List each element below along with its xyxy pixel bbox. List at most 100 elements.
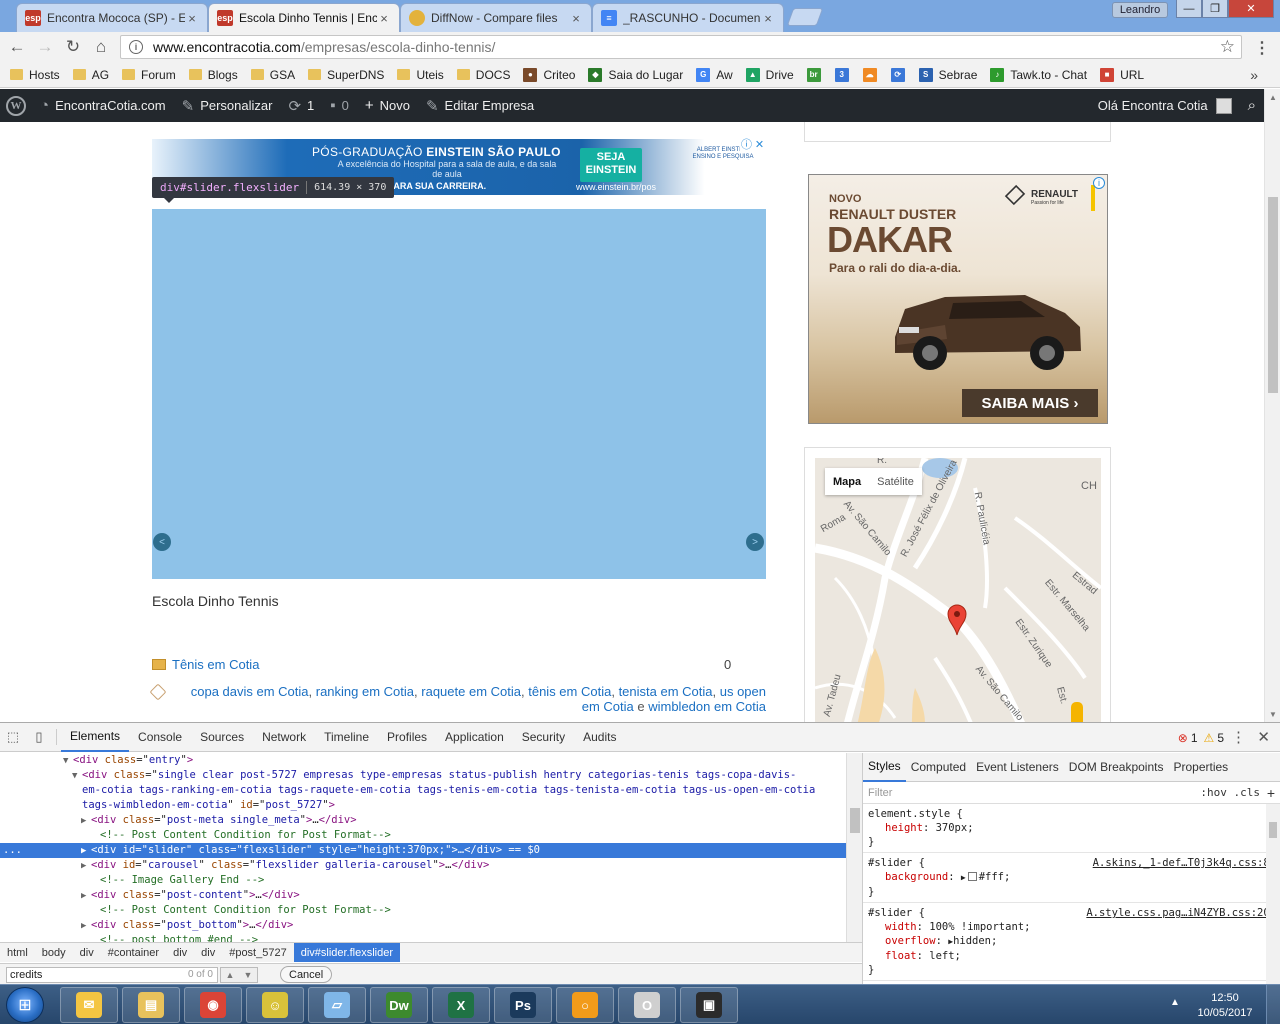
- scroll-up-icon[interactable]: ▲: [1269, 93, 1277, 102]
- bookmark-item[interactable]: AG: [72, 68, 109, 82]
- property-value[interactable]: hidden;: [953, 935, 997, 947]
- css-rule[interactable]: #slider {A.skins,_1-def…T0j3k4q.css:80 ba…: [863, 853, 1280, 903]
- dom-node[interactable]: ▼ <div class="entry">: [0, 753, 846, 768]
- devtools-tab-sources[interactable]: Sources: [191, 723, 253, 752]
- home-icon[interactable]: ⌂: [90, 36, 112, 58]
- system-clock[interactable]: 12:50 10/05/2017: [1190, 991, 1260, 1021]
- css-property[interactable]: float: left;: [868, 949, 1275, 963]
- collapse-triangle-icon[interactable]: ▼: [63, 754, 73, 769]
- slider-next-button[interactable]: >: [746, 533, 764, 551]
- scrollbar-thumb[interactable]: [1269, 822, 1277, 838]
- new-content-link[interactable]: + Novo: [357, 89, 418, 122]
- tag-link[interactable]: raquete em Cotia: [421, 684, 521, 699]
- dom-node[interactable]: <!-- Post Content Condition for Post For…: [0, 903, 846, 918]
- styles-filter[interactable]: Filter :hov .cls +: [863, 782, 1280, 804]
- scrollbar-thumb[interactable]: [1268, 197, 1278, 393]
- property-value[interactable]: 100% !important;: [929, 921, 1030, 933]
- scroll-down-icon[interactable]: ▼: [1269, 710, 1277, 719]
- collapse-triangle-icon[interactable]: ▼: [72, 769, 82, 784]
- bookmark-item[interactable]: Uteis: [397, 68, 444, 82]
- tag-link[interactable]: wimbledon em Cotia: [648, 699, 766, 714]
- breadcrumb-item[interactable]: div: [194, 943, 222, 962]
- dom-node[interactable]: tags-wimbledon-em-cotia" id="post_5727">: [0, 798, 846, 813]
- renault-ad[interactable]: NOVO RENAULT DUSTER DAKAR Para o rali do…: [808, 174, 1108, 424]
- elements-scrollbar[interactable]: [846, 753, 862, 942]
- reload-icon[interactable]: ↻: [62, 36, 84, 58]
- wordpress-logo-icon[interactable]: W: [6, 95, 26, 116]
- start-button[interactable]: ⊞: [6, 987, 44, 1023]
- tag-link[interactable]: tenista em Cotia: [619, 684, 713, 699]
- customize-link[interactable]: ✎ Personalizar: [174, 89, 281, 122]
- page-scrollbar[interactable]: ▲ ▼: [1264, 89, 1280, 722]
- taskbar-app-outlook[interactable]: ✉: [60, 987, 118, 1023]
- devtools-tab-security[interactable]: Security: [513, 723, 574, 752]
- browser-tab-active[interactable]: esp Escola Dinho Tennis | Enc ×: [208, 3, 400, 32]
- back-arrow-icon[interactable]: ←: [6, 36, 28, 58]
- chrome-menu-icon[interactable]: ⋮: [1254, 38, 1270, 58]
- ad-saiba-mais-button[interactable]: SAIBA MAIS ›: [962, 389, 1098, 417]
- devtools-tab-application[interactable]: Application: [436, 723, 513, 752]
- dom-node[interactable]: <!-- Image Gallery End -->: [0, 873, 846, 888]
- css-property[interactable]: width: 100% !important;: [868, 920, 1275, 934]
- devtools-tab-elements[interactable]: Elements: [61, 723, 130, 752]
- breadcrumb-item[interactable]: div#slider.flexslider: [293, 943, 401, 962]
- css-property[interactable]: background: ▶ #fff;: [868, 870, 1275, 885]
- admin-site-link[interactable]: ◔ EncontraCotia.com: [32, 89, 174, 122]
- info-icon[interactable]: i: [129, 40, 143, 54]
- property-value[interactable]: left;: [929, 950, 961, 962]
- close-window-button[interactable]: ✕: [1228, 0, 1274, 18]
- map-marker-icon[interactable]: [947, 604, 967, 636]
- breadcrumb-item[interactable]: #post_5727: [222, 943, 294, 962]
- tag-link[interactable]: tênis em Cotia: [528, 684, 611, 699]
- bookmark-item[interactable]: ◆ Saia do Lugar: [588, 67, 683, 82]
- devtools-tab-profiles[interactable]: Profiles: [378, 723, 436, 752]
- styles-scrollbar[interactable]: [1266, 804, 1280, 985]
- browser-tab[interactable]: ≡ _RASCUNHO - Documen ×: [592, 3, 784, 32]
- my-account-link[interactable]: Olá Encontra Cotia: [1090, 89, 1240, 122]
- dom-node[interactable]: ▶ <div id="carousel" class="flexslider ga…: [0, 858, 846, 873]
- dom-node[interactable]: <!-- post_bottom #end -->: [0, 933, 846, 942]
- taskbar-app-excel[interactable]: X: [432, 987, 490, 1023]
- styles-tab-properties[interactable]: Properties: [1168, 753, 1233, 782]
- bookmark-item[interactable]: Forum: [122, 68, 176, 82]
- css-rule[interactable]: #slider {A.style.css.pag…iN4ZYB.css:203 w…: [863, 903, 1280, 981]
- css-property[interactable]: height: 370px;: [868, 821, 1275, 835]
- tag-link[interactable]: copa davis em Cotia: [191, 684, 309, 699]
- property-name[interactable]: width: [885, 921, 917, 933]
- browser-tab[interactable]: esp Encontra Mococa (SP) - E ×: [16, 3, 208, 32]
- address-bar[interactable]: i www.encontracotia.com/empresas/escola-…: [120, 35, 1242, 59]
- category-link[interactable]: Tênis em Cotia: [172, 657, 259, 672]
- image-slider[interactable]: < >: [152, 209, 766, 579]
- elements-tree[interactable]: ▼ <div class="entry"> ▼ <div class="single …: [0, 753, 846, 942]
- breadcrumb-item[interactable]: #container: [101, 943, 166, 962]
- comments-link[interactable]: ▪ 0: [322, 89, 357, 122]
- updates-link[interactable]: ⟳ 1: [280, 89, 322, 122]
- inspect-element-icon[interactable]: ⬚: [0, 723, 26, 752]
- bookmark-item[interactable]: ▲ Drive: [745, 67, 794, 82]
- bookmarks-overflow-icon[interactable]: »: [1250, 67, 1258, 83]
- browser-tab[interactable]: DiffNow - Compare files ×: [400, 3, 592, 32]
- tag-link[interactable]: ranking em Cotia: [316, 684, 414, 699]
- ad-close-icon[interactable]: ✕: [753, 139, 766, 152]
- find-stepper[interactable]: ▲ ▼: [220, 966, 258, 983]
- devtools-close-icon[interactable]: ✕: [1257, 728, 1270, 746]
- bookmark-item[interactable]: G Aw: [696, 67, 733, 82]
- dom-node[interactable]: <!-- Post Content Condition for Post For…: [0, 828, 846, 843]
- bookmark-item[interactable]: ■ URL: [1100, 67, 1144, 82]
- scrollbar-thumb[interactable]: [850, 808, 860, 833]
- expand-triangle-icon[interactable]: ▶: [961, 873, 966, 882]
- edit-company-link[interactable]: ✎ Editar Empresa: [418, 89, 542, 122]
- console-status[interactable]: ⊗ 1 ⚠ 5: [1178, 731, 1224, 745]
- property-value[interactable]: #fff;: [979, 871, 1011, 883]
- expand-triangle-icon[interactable]: ▶: [81, 919, 91, 934]
- property-name[interactable]: height: [885, 822, 923, 834]
- bookmark-item[interactable]: ☁: [862, 67, 883, 82]
- devtools-tab-console[interactable]: Console: [129, 723, 191, 752]
- new-tab-button[interactable]: [786, 8, 824, 26]
- satellite-tab[interactable]: Satélite: [869, 468, 922, 495]
- styles-tab-computed[interactable]: Computed: [906, 753, 971, 782]
- property-value[interactable]: 370px;: [936, 822, 974, 834]
- show-desktop-button[interactable]: [1266, 985, 1280, 1024]
- bookmark-item[interactable]: Blogs: [188, 68, 238, 82]
- dom-node[interactable]: ▼ <div class="single clear post-5727 empr…: [0, 768, 846, 783]
